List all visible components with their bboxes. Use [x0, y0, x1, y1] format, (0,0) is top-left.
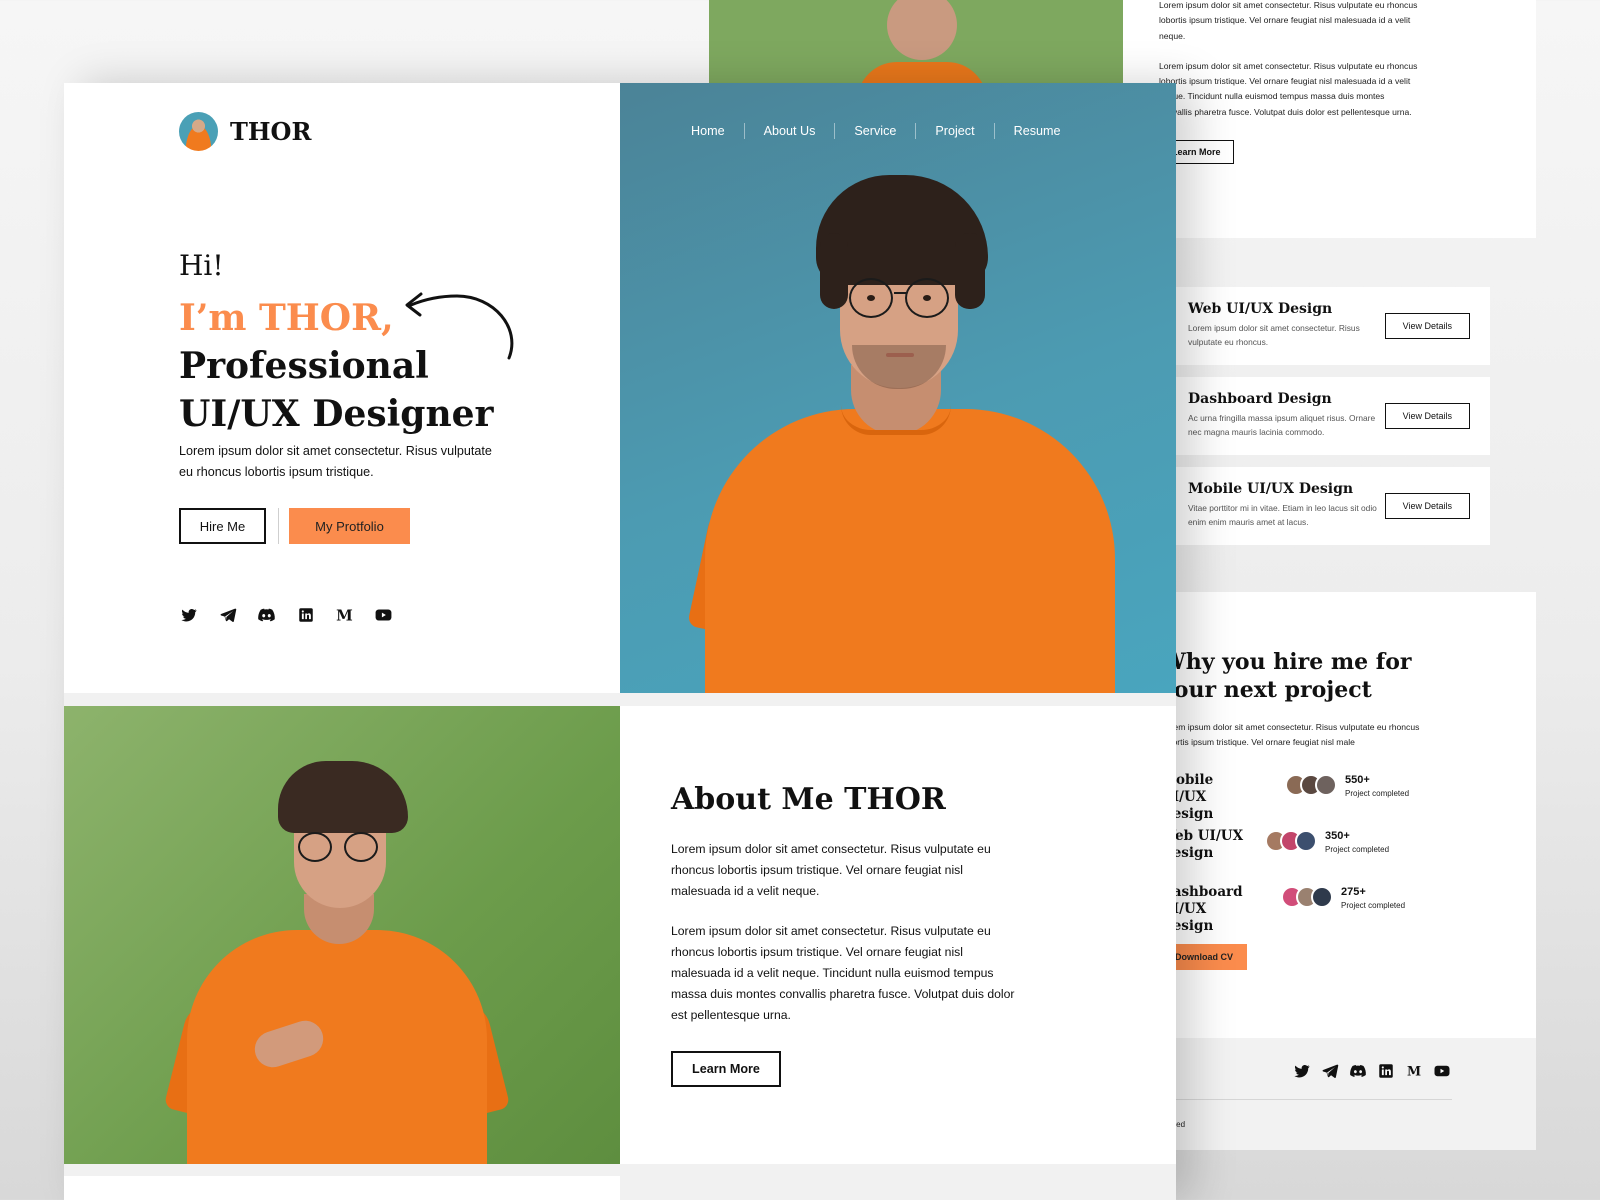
discord-icon[interactable]: [257, 605, 276, 624]
stat-count: 550+: [1345, 774, 1370, 786]
avatar-group: [1285, 774, 1337, 796]
back-about-paragraph-2: Lorem ipsum dolor sit amet consectetur. …: [1159, 60, 1418, 117]
avatar: [1311, 886, 1333, 908]
why-title: Why you hire me for your next project: [1161, 649, 1412, 703]
discord-icon[interactable]: [1349, 1062, 1367, 1080]
service-description: Lorem ipsum dolor sit amet consectetur. …: [1188, 323, 1360, 347]
telegram-icon[interactable]: [218, 605, 237, 624]
linkedin-icon[interactable]: [296, 605, 315, 624]
avatar: [179, 112, 218, 151]
why-hire-section: Why you hire me for your next project Lo…: [1123, 592, 1536, 1038]
about-paragraph-1: Lorem ipsum dolor sit amet consectetur. …: [671, 842, 991, 898]
service-card-dashboard: Dashboard Design Ac urna fringilla massa…: [1160, 377, 1490, 455]
hero-intro: Lorem ipsum dolor sit amet consectetur. …: [179, 444, 492, 479]
avatar-group: [1281, 886, 1333, 908]
avatar: [1295, 830, 1317, 852]
my-portfolio-button[interactable]: My Protfolio: [289, 508, 410, 544]
about-person-photo: [64, 706, 620, 1164]
learn-more-button[interactable]: Learn More: [671, 1051, 781, 1088]
stat-label: Project completed: [1345, 789, 1410, 798]
nav-item-service[interactable]: Service: [835, 124, 915, 138]
service-description: Ac urna fringilla massa ipsum aliquet ri…: [1188, 413, 1376, 437]
brand-name: THOR: [230, 117, 312, 146]
nav-item-resume[interactable]: Resume: [995, 124, 1080, 138]
next-section-edge: [64, 1176, 620, 1200]
hero-left-panel: THOR Hi! I’m THOR, Professional UI/UX De…: [64, 83, 620, 693]
twitter-icon[interactable]: [179, 605, 198, 624]
stat-item: Web UI/UX Design 350+ Project completed: [1161, 828, 1536, 884]
about-section: About Me THOR Lorem ipsum dolor sit amet…: [620, 706, 1176, 1164]
svg-text:M: M: [1407, 1065, 1421, 1080]
stat-count: 275+: [1341, 886, 1366, 898]
main-nav: Home About Us Service Project Resume: [691, 123, 1080, 139]
curved-arrow-icon: [405, 292, 514, 360]
social-icons: M: [179, 605, 393, 624]
nav-item-about-us[interactable]: About Us: [745, 124, 835, 138]
footer-social-icons: M: [1293, 1062, 1451, 1080]
service-card-mobile: Mobile UI/UX Design Vitae porttitor mi i…: [1160, 467, 1490, 545]
hero-photo-panel: Home About Us Service Project Resume: [620, 83, 1176, 693]
back-about-section: Lorem ipsum dolor sit amet consectetur. …: [1123, 0, 1536, 238]
view-details-button[interactable]: View Details: [1384, 493, 1470, 519]
service-card-web: Web UI/UX Design Lorem ipsum dolor sit a…: [1160, 287, 1490, 365]
medium-icon[interactable]: M: [335, 605, 354, 624]
medium-icon[interactable]: M: [1405, 1062, 1423, 1080]
headline-line-3: UI/UX Designer: [179, 393, 494, 435]
front-page-mockup: THOR Hi! I’m THOR, Professional UI/UX De…: [64, 83, 1176, 1200]
stat-label: Project completed: [1325, 845, 1390, 854]
back-footer: M served: [1123, 1038, 1536, 1150]
view-details-button[interactable]: View Details: [1384, 403, 1470, 429]
stat-count: 350+: [1325, 830, 1350, 842]
linkedin-icon[interactable]: [1377, 1062, 1395, 1080]
stat-item: Dashboard UI/UX Design 275+ Project comp…: [1161, 884, 1536, 940]
footer-divider: [1161, 1099, 1452, 1100]
why-description: Lorem ipsum dolor sit amet consectetur. …: [1161, 722, 1420, 747]
stat-label: Project completed: [1341, 901, 1406, 910]
hire-me-button[interactable]: Hire Me: [179, 508, 266, 544]
youtube-icon[interactable]: [1433, 1062, 1451, 1080]
about-title: About Me THOR: [671, 782, 946, 817]
stat-item: Mobile UI/UX Design 550+ Project complet…: [1161, 772, 1536, 828]
avatar-group: [1265, 830, 1317, 852]
back-about-paragraph-1: Lorem ipsum dolor sit amet consectetur. …: [1159, 0, 1418, 41]
button-divider: [278, 508, 279, 544]
about-paragraph-2: Lorem ipsum dolor sit amet consectetur. …: [671, 924, 1015, 1022]
logo[interactable]: THOR: [179, 112, 311, 151]
back-about-photo: [709, 0, 1123, 84]
avatar: [1315, 774, 1337, 796]
svg-text:M: M: [336, 606, 353, 624]
nav-item-home[interactable]: Home: [691, 124, 744, 138]
youtube-icon[interactable]: [374, 605, 393, 624]
service-description: Vitae porttitor mi in vitae. Etiam in le…: [1188, 503, 1377, 527]
nav-item-project[interactable]: Project: [916, 124, 993, 138]
telegram-icon[interactable]: [1321, 1062, 1339, 1080]
twitter-icon[interactable]: [1293, 1062, 1311, 1080]
greeting: Hi!: [179, 249, 224, 282]
view-details-button[interactable]: View Details: [1384, 313, 1470, 339]
